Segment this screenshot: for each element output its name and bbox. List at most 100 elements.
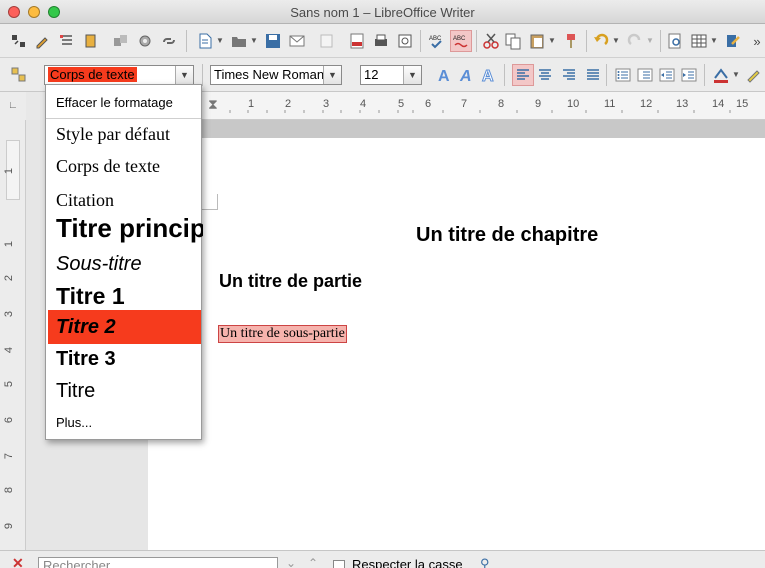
font-name-value: Times New Roman — [214, 67, 325, 82]
styles-panel-icon[interactable] — [10, 66, 28, 84]
paste-dropdown-icon[interactable]: ▼ — [548, 36, 556, 45]
chevron-down-icon[interactable]: ▼ — [323, 66, 341, 84]
paragraph-style-combo[interactable]: Corps de texte ▼ — [44, 65, 194, 85]
ruler-tick-label: 9 — [535, 98, 542, 110]
menu-item-heading-3[interactable]: Titre 3 — [56, 348, 116, 371]
ruler-tick-label: 3 — [3, 310, 16, 318]
paragraph-style-menu: Effacer le formatage Style par défaut Co… — [45, 84, 203, 440]
close-icon[interactable]: ✕ — [12, 555, 24, 568]
search-placeholder: Rechercher — [43, 558, 111, 568]
horizontal-ruler[interactable]: ⧗ 1 2 3 4 5 6 7 8 9 10 11 12 13 14 15 — [200, 92, 765, 120]
heading-part[interactable]: Un titre de partie — [219, 271, 362, 292]
menu-item-body-text[interactable]: Corps de texte — [56, 156, 160, 177]
chevron-down-icon[interactable]: ▼ — [175, 66, 193, 84]
menu-item-heading-1[interactable]: Titre 1 — [56, 283, 125, 310]
ruler-tick-label: 6 — [425, 98, 432, 110]
edit-icon[interactable] — [34, 32, 52, 50]
undo-icon[interactable] — [592, 32, 610, 50]
font-effect-italic-icon[interactable]: A — [458, 66, 476, 84]
search-input[interactable]: Rechercher — [38, 557, 278, 568]
settings-icon[interactable] — [136, 32, 154, 50]
ruler-tick-label: 13 — [676, 98, 689, 110]
find-replace-icon[interactable] — [666, 32, 684, 50]
ruler-tick-label: 14 — [712, 98, 725, 110]
bullet-list-icon[interactable] — [614, 66, 632, 84]
redo-icon[interactable] — [626, 32, 644, 50]
ruler-tick-label: 8 — [498, 98, 505, 110]
new-dropdown-icon[interactable]: ▼ — [216, 36, 224, 45]
font-effect-shadow-icon[interactable]: A — [436, 66, 454, 84]
undo-dropdown-icon[interactable]: ▼ — [612, 36, 620, 45]
menu-item-heading-2[interactable]: Titre 2 — [56, 316, 116, 339]
email-icon[interactable] — [288, 32, 306, 50]
open-dropdown-icon[interactable]: ▼ — [250, 36, 258, 45]
menu-item-subtitle[interactable]: Sous-titre — [56, 253, 142, 276]
text-boundary-corner — [202, 194, 218, 210]
title-bar: Sans nom 1 – LibreOffice Writer — [0, 0, 765, 24]
match-case-checkbox[interactable] — [333, 560, 345, 568]
find-next-icon[interactable]: ⌄ — [286, 556, 296, 568]
find-replace-icon[interactable]: ⚲ — [480, 556, 490, 568]
ruler-tick-label: 7 — [461, 98, 468, 110]
find-toolbar: ✕ Rechercher ⌄ ⌃ Respecter la casse ⚲ — [0, 550, 765, 568]
document-page[interactable]: Un titre de chapitre Un titre de partie … — [148, 138, 765, 550]
find-previous-icon[interactable]: ⌃ — [308, 556, 318, 568]
bookmark-icon[interactable] — [82, 32, 100, 50]
heading-chapter[interactable]: Un titre de chapitre — [416, 224, 598, 247]
ruler-tick-label: 4 — [360, 98, 367, 110]
increase-indent-icon[interactable] — [680, 66, 698, 84]
group-icon[interactable] — [112, 32, 130, 50]
font-name-combo[interactable]: Times New Roman ▼ — [210, 65, 342, 85]
highlight-color-icon[interactable] — [744, 66, 762, 84]
ruler-tick-label: 4 — [3, 346, 16, 354]
font-color-dropdown-icon[interactable]: ▼ — [732, 70, 740, 79]
table-icon[interactable] — [690, 32, 708, 50]
ruler-tick-label: 5 — [3, 380, 16, 388]
vertical-ruler[interactable]: 1 1 2 3 4 5 6 7 8 9 — [0, 120, 26, 550]
copy-icon[interactable] — [504, 32, 522, 50]
svg-text:A: A — [438, 68, 450, 84]
menu-item-quotation[interactable]: Citation — [56, 190, 114, 211]
ruler-tick-label: 7 — [3, 452, 16, 460]
link-icon[interactable] — [160, 32, 178, 50]
font-color-icon[interactable] — [712, 66, 730, 84]
align-right-icon[interactable] — [560, 66, 578, 84]
navigator-icon[interactable] — [10, 32, 28, 50]
menu-item-heading[interactable]: Titre — [56, 380, 95, 403]
paste-icon[interactable] — [528, 32, 546, 50]
menu-item-clear-formatting[interactable]: Effacer le formatage — [56, 95, 173, 110]
menu-item-title-main[interactable]: Titre principal — [56, 213, 203, 244]
list-edit-icon[interactable] — [58, 32, 76, 50]
save-icon[interactable] — [264, 32, 282, 50]
new-document-icon[interactable] — [196, 32, 214, 50]
cut-icon[interactable] — [482, 32, 500, 50]
export-pdf-icon[interactable] — [348, 32, 366, 50]
draw-icon[interactable] — [724, 32, 742, 50]
ruler-tick-label: 10 — [567, 98, 580, 110]
ruler-tick-label: 6 — [3, 416, 16, 424]
align-center-icon[interactable] — [536, 66, 554, 84]
font-size-combo[interactable]: 12 ▼ — [360, 65, 422, 85]
tab-stop-icon[interactable]: ∟ — [8, 100, 18, 111]
font-effect-outline-icon[interactable]: A — [480, 66, 498, 85]
ruler-tick-label: 2 — [285, 98, 292, 110]
open-folder-icon[interactable] — [230, 32, 248, 50]
edit-mode-icon[interactable] — [318, 32, 336, 50]
menu-item-more[interactable]: Plus... — [56, 415, 92, 430]
overflow-icon[interactable]: » — [748, 32, 765, 50]
align-left-icon[interactable] — [512, 64, 534, 86]
autospellcheck-icon[interactable]: ABC — [450, 30, 472, 52]
align-justify-icon[interactable] — [584, 66, 602, 84]
redo-dropdown-icon[interactable]: ▼ — [646, 36, 654, 45]
clone-formatting-icon[interactable] — [562, 32, 580, 50]
table-dropdown-icon[interactable]: ▼ — [710, 36, 718, 45]
print-preview-icon[interactable] — [396, 32, 414, 50]
heading-subpart[interactable]: Un titre de sous-partie — [218, 325, 347, 343]
decrease-indent-icon[interactable] — [658, 66, 676, 84]
ruler-tick-label: 11 — [604, 98, 616, 110]
spellcheck-icon[interactable]: ABC — [428, 32, 446, 50]
menu-item-default-style[interactable]: Style par défaut — [56, 124, 170, 145]
numbered-list-icon[interactable] — [636, 66, 654, 84]
print-icon[interactable] — [372, 32, 390, 50]
chevron-down-icon[interactable]: ▼ — [403, 66, 421, 84]
